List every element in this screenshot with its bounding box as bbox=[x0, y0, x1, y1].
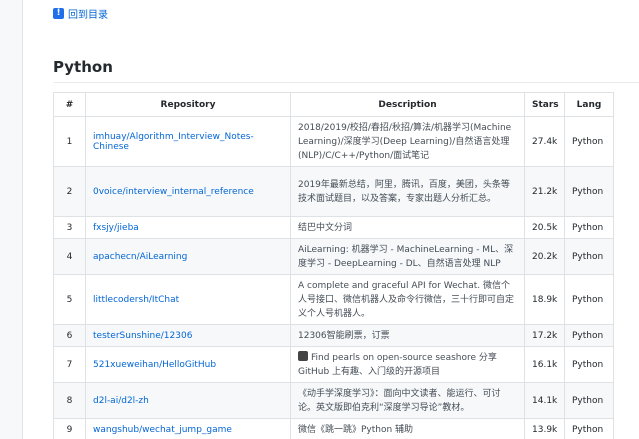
table-row: 5 littlecodersh/ItChat A complete and gr… bbox=[53, 274, 614, 325]
row-number: 1 bbox=[53, 116, 86, 167]
stars-cell: 17.2k bbox=[524, 324, 565, 347]
stars-cell: 20.2k bbox=[524, 238, 565, 275]
language-cell: Python bbox=[564, 166, 614, 217]
language-cell: Python bbox=[564, 346, 614, 383]
table-row: 7 521xueweihan/HelloGitHub Find pearls o… bbox=[53, 346, 614, 383]
description-cell: 《动手学深度学习》：面向中文读者、能运行、可讨论。英文版即伯克利“深度学习导论”… bbox=[290, 382, 525, 419]
row-number: 4 bbox=[53, 238, 86, 275]
back-to-toc-link[interactable]: ! 回到目录 bbox=[53, 6, 108, 21]
repo-cell: 0voice/interview_internal_reference bbox=[85, 166, 291, 217]
back-to-toc-label: 回到目录 bbox=[68, 10, 108, 21]
repo-link[interactable]: d2l-ai/d2l-zh bbox=[93, 396, 149, 406]
language-cell: Python bbox=[564, 418, 614, 439]
repo-link[interactable]: wangshub/wechat_jump_game bbox=[93, 425, 232, 435]
row-number: 9 bbox=[53, 418, 86, 439]
description-cell: 结巴中文分词 bbox=[290, 216, 525, 239]
repo-link[interactable]: littlecodersh/ItChat bbox=[93, 295, 179, 305]
table-row: 9 wangshub/wechat_jump_game 微信《跳一跳》Pytho… bbox=[53, 418, 614, 439]
description-cell: A complete and graceful API for Wechat. … bbox=[290, 274, 525, 325]
table-row: 1 imhuay/Algorithm_Interview_Notes-Chine… bbox=[53, 116, 614, 167]
language-cell: Python bbox=[564, 238, 614, 275]
repo-cell: fxsjy/jieba bbox=[85, 216, 291, 239]
section-title: Python bbox=[53, 58, 639, 83]
stars-cell: 21.2k bbox=[524, 166, 565, 217]
row-number: 8 bbox=[53, 382, 86, 419]
description-cell: 2019年最新总结，阿里，腾讯，百度，美团，头条等技术面试题目，以及答案，专家出… bbox=[290, 166, 525, 217]
stars-cell: 13.9k bbox=[524, 418, 565, 439]
language-cell: Python bbox=[564, 116, 614, 167]
row-number: 3 bbox=[53, 216, 86, 239]
table-row: 6 testerSunshine/12306 12306智能刷票，订票 17.2… bbox=[53, 324, 614, 347]
language-cell: Python bbox=[564, 216, 614, 239]
table-row: 8 d2l-ai/d2l-zh 《动手学深度学习》：面向中文读者、能运行、可讨论… bbox=[53, 382, 614, 419]
repo-cell: d2l-ai/d2l-zh bbox=[85, 382, 291, 419]
row-number: 6 bbox=[53, 324, 86, 347]
exclamation-icon: ! bbox=[53, 8, 64, 19]
repo-link[interactable]: 0voice/interview_internal_reference bbox=[93, 187, 254, 197]
language-cell: Python bbox=[564, 274, 614, 325]
stars-cell: 14.1k bbox=[524, 382, 565, 419]
description-cell: 2018/2019/校招/春招/秋招/算法/机器学习(Machine Learn… bbox=[290, 116, 525, 167]
stars-cell: 16.1k bbox=[524, 346, 565, 383]
repo-table-container[interactable]: # Repository Description Stars Lang 1 im… bbox=[53, 92, 639, 439]
description-text: Find pearls on open-source seashore 分享 G… bbox=[298, 352, 497, 377]
table-row: 3 fxsjy/jieba 结巴中文分词 20.5k Python bbox=[53, 216, 614, 239]
header-language: Lang bbox=[564, 92, 614, 117]
repo-link[interactable]: 521xueweihan/HelloGitHub bbox=[93, 360, 216, 370]
description-cell: 12306智能刷票，订票 bbox=[290, 324, 525, 347]
repo-link[interactable]: fxsjy/jieba bbox=[93, 223, 139, 233]
repo-cell: wangshub/wechat_jump_game bbox=[85, 418, 291, 439]
description-cell: 微信《跳一跳》Python 辅助 bbox=[290, 418, 525, 439]
stars-cell: 18.9k bbox=[524, 274, 565, 325]
repo-link[interactable]: imhuay/Algorithm_Interview_Notes-Chinese bbox=[93, 132, 254, 152]
repo-cell: 521xueweihan/HelloGitHub bbox=[85, 346, 291, 383]
description-cell: Find pearls on open-source seashore 分享 G… bbox=[290, 346, 525, 383]
repo-table: # Repository Description Stars Lang 1 im… bbox=[53, 92, 614, 439]
readme-page: ! 回到目录 Python # Repository Description S… bbox=[22, 0, 639, 439]
header-num: # bbox=[53, 92, 86, 117]
header-stars: Stars bbox=[524, 92, 565, 117]
repo-cell: littlecodersh/ItChat bbox=[85, 274, 291, 325]
stars-cell: 20.5k bbox=[524, 216, 565, 239]
table-header-row: # Repository Description Stars Lang bbox=[53, 92, 614, 117]
repo-cell: testerSunshine/12306 bbox=[85, 324, 291, 347]
repo-link[interactable]: apachecn/AiLearning bbox=[93, 252, 187, 262]
description-cell: AiLearning: 机器学习 - MachineLearning - ML、… bbox=[290, 238, 525, 275]
table-row: 4 apachecn/AiLearning AiLearning: 机器学习 -… bbox=[53, 238, 614, 275]
octocat-emoji-icon bbox=[298, 350, 308, 361]
table-row: 2 0voice/interview_internal_reference 20… bbox=[53, 166, 614, 217]
language-cell: Python bbox=[564, 324, 614, 347]
row-number: 7 bbox=[53, 346, 86, 383]
stars-cell: 27.4k bbox=[524, 116, 565, 167]
repo-cell: apachecn/AiLearning bbox=[85, 238, 291, 275]
header-description: Description bbox=[290, 92, 525, 117]
repo-cell: imhuay/Algorithm_Interview_Notes-Chinese bbox=[85, 116, 291, 167]
language-cell: Python bbox=[564, 382, 614, 419]
row-number: 2 bbox=[53, 166, 86, 217]
header-repository: Repository bbox=[85, 92, 291, 117]
row-number: 5 bbox=[53, 274, 86, 325]
repo-link[interactable]: testerSunshine/12306 bbox=[93, 331, 192, 341]
